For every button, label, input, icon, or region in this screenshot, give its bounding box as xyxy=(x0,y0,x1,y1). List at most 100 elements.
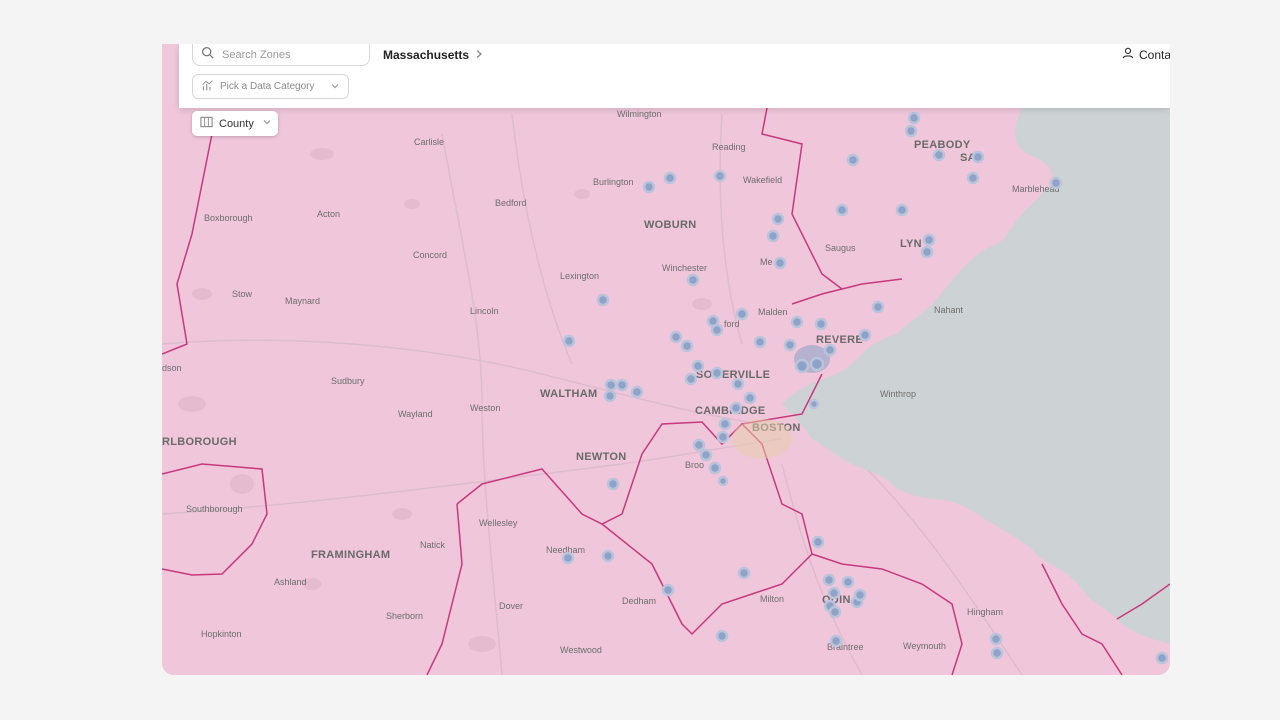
data-category-placeholder: Pick a Data Category xyxy=(220,81,315,92)
location-marker[interactable] xyxy=(907,111,921,125)
location-marker[interactable] xyxy=(708,461,722,475)
location-marker[interactable] xyxy=(783,338,797,352)
boundary-type-selector[interactable]: County xyxy=(192,111,278,136)
location-marker[interactable] xyxy=(809,356,825,372)
location-marker[interactable] xyxy=(1155,651,1169,665)
location-marker[interactable] xyxy=(663,171,677,185)
location-marker[interactable] xyxy=(823,343,837,357)
location-marker[interactable] xyxy=(773,256,787,270)
town-label: dson xyxy=(162,363,182,373)
location-marker[interactable] xyxy=(1049,176,1063,190)
town-label: Wilmington xyxy=(617,109,662,119)
location-marker[interactable] xyxy=(669,330,683,344)
location-marker[interactable] xyxy=(604,378,618,392)
town-label: Boxborough xyxy=(204,213,253,223)
town-label: Ashland xyxy=(274,577,307,587)
location-marker[interactable] xyxy=(790,315,804,329)
location-marker[interactable] xyxy=(561,551,575,565)
location-marker[interactable] xyxy=(735,307,749,321)
location-marker[interactable] xyxy=(841,575,855,589)
location-marker[interactable] xyxy=(737,566,751,580)
location-marker[interactable] xyxy=(932,148,946,162)
contact-label: Contact xyxy=(1139,47,1170,62)
location-marker[interactable] xyxy=(715,629,729,643)
app-frame: Wilmington Carlisle Reading Burlington W… xyxy=(162,44,1170,675)
map-grid-icon xyxy=(200,116,213,131)
location-marker[interactable] xyxy=(822,573,836,587)
location-marker[interactable] xyxy=(729,401,743,415)
location-marker[interactable] xyxy=(814,317,828,331)
location-marker[interactable] xyxy=(710,366,724,380)
location-marker[interactable] xyxy=(562,334,576,348)
town-label: Concord xyxy=(413,250,447,260)
town-label: Dedham xyxy=(622,596,656,606)
location-marker[interactable] xyxy=(829,634,843,648)
location-marker[interactable] xyxy=(904,124,918,138)
location-marker[interactable] xyxy=(596,293,610,307)
location-marker[interactable] xyxy=(753,335,767,349)
location-marker[interactable] xyxy=(871,300,885,314)
location-marker[interactable] xyxy=(828,605,842,619)
town-label: Wayland xyxy=(398,409,433,419)
location-marker[interactable] xyxy=(846,153,860,167)
contact-button[interactable]: Contact xyxy=(1122,47,1170,62)
location-marker[interactable] xyxy=(603,389,617,403)
location-marker[interactable] xyxy=(630,385,644,399)
data-category-dropdown[interactable]: Pick a Data Category xyxy=(192,74,349,99)
location-marker[interactable] xyxy=(990,646,1004,660)
location-marker[interactable] xyxy=(835,203,849,217)
town-label: Natick xyxy=(420,540,446,550)
location-marker[interactable] xyxy=(642,180,656,194)
location-marker[interactable] xyxy=(606,477,620,491)
location-marker[interactable] xyxy=(920,245,934,259)
location-marker[interactable] xyxy=(971,150,985,164)
location-marker[interactable] xyxy=(686,273,700,287)
top-bar: Pick a Data Category Massachusetts Conta… xyxy=(179,44,1170,108)
location-marker[interactable] xyxy=(895,203,909,217)
location-marker[interactable] xyxy=(794,358,810,374)
town-label: Bedford xyxy=(495,198,527,208)
location-marker[interactable] xyxy=(808,398,820,410)
location-marker[interactable] xyxy=(691,359,705,373)
search-box[interactable] xyxy=(192,44,370,66)
town-label: Carlisle xyxy=(414,137,444,147)
location-marker[interactable] xyxy=(858,328,872,342)
location-marker[interactable] xyxy=(827,586,841,600)
location-marker[interactable] xyxy=(661,583,675,597)
location-marker[interactable] xyxy=(716,430,730,444)
breadcrumb[interactable]: Massachusetts xyxy=(383,48,483,62)
town-label: Stow xyxy=(232,289,253,299)
location-marker[interactable] xyxy=(853,588,867,602)
location-marker[interactable] xyxy=(743,391,757,405)
location-marker[interactable] xyxy=(989,632,1003,646)
city-label: LYN xyxy=(900,238,922,250)
search-input[interactable] xyxy=(220,47,364,62)
location-marker[interactable] xyxy=(811,535,825,549)
city-label: PEABODY xyxy=(914,139,971,151)
location-marker[interactable] xyxy=(966,171,980,185)
location-marker[interactable] xyxy=(717,475,729,487)
location-marker[interactable] xyxy=(680,339,694,353)
location-marker[interactable] xyxy=(710,323,724,337)
location-marker[interactable] xyxy=(771,212,785,226)
location-marker[interactable] xyxy=(692,438,706,452)
location-marker[interactable] xyxy=(699,448,713,462)
location-marker[interactable] xyxy=(601,549,615,563)
town-label: Maynard xyxy=(285,296,320,306)
map-canvas[interactable]: Wilmington Carlisle Reading Burlington W… xyxy=(162,44,1170,675)
boundary-type-label: County xyxy=(219,117,254,130)
location-marker[interactable] xyxy=(922,233,936,247)
city-label: FRAMINGHAM xyxy=(311,549,390,561)
town-label: Westwood xyxy=(560,645,602,655)
location-marker[interactable] xyxy=(731,377,745,391)
location-marker[interactable] xyxy=(766,229,780,243)
breadcrumb-region[interactable]: Massachusetts xyxy=(383,48,469,62)
location-marker[interactable] xyxy=(684,372,698,386)
town-label: Southborough xyxy=(186,504,243,514)
location-marker[interactable] xyxy=(615,378,629,392)
location-marker[interactable] xyxy=(713,169,727,183)
location-marker[interactable] xyxy=(718,417,732,431)
chevron-right-icon xyxy=(475,48,483,62)
town-label: Winchester xyxy=(662,263,707,273)
city-label: NEWTON xyxy=(576,451,626,463)
